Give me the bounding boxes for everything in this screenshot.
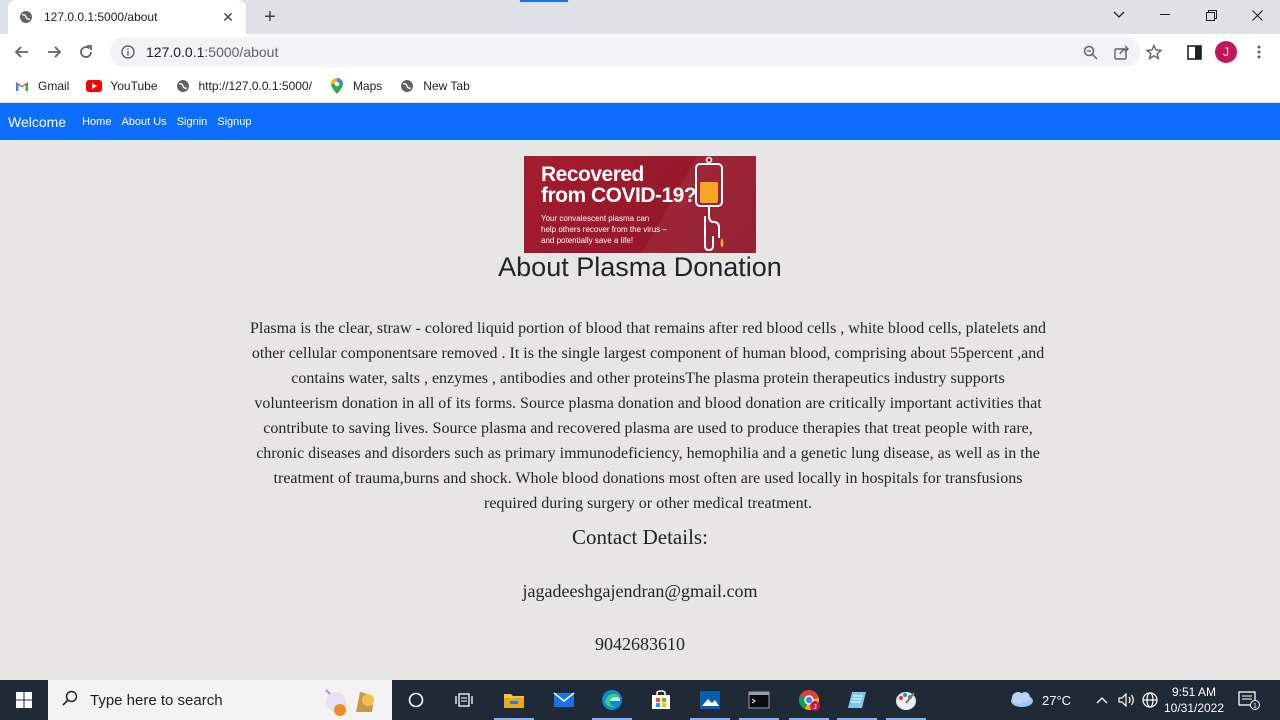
chrome-icon[interactable]: J bbox=[785, 680, 833, 720]
minimize-button[interactable] bbox=[1142, 0, 1188, 30]
browser-toolbar: 127.0.0.1:5000/about J bbox=[0, 34, 1280, 70]
show-hidden-icons[interactable] bbox=[1096, 680, 1108, 720]
about-paragraph: Plasma is the clear, straw - colored liq… bbox=[249, 320, 1047, 512]
search-placeholder: Type here to search bbox=[90, 691, 223, 709]
svg-text:J: J bbox=[813, 704, 817, 711]
banner-headline-2: from COVID-19? bbox=[541, 184, 697, 207]
reload-button[interactable] bbox=[72, 38, 100, 66]
bookmark-localhost[interactable]: http://127.0.0.1:5000/ bbox=[175, 78, 312, 94]
notification-count: 1 bbox=[1253, 703, 1257, 710]
cortana-icon[interactable] bbox=[392, 680, 440, 720]
globe-icon bbox=[175, 78, 191, 94]
bookmark-label: Maps bbox=[352, 79, 383, 93]
globe-icon bbox=[399, 78, 415, 94]
bookmark-star-icon[interactable] bbox=[1145, 43, 1163, 61]
weather-widget[interactable]: 27°C bbox=[1008, 680, 1071, 720]
task-view-icon[interactable] bbox=[440, 680, 488, 720]
banner-subtext-3: and potentially save a life! bbox=[541, 236, 634, 245]
info-icon[interactable] bbox=[120, 44, 136, 60]
nav-link-signup[interactable]: Signup bbox=[217, 116, 251, 128]
search-highlight-icon bbox=[316, 684, 388, 720]
tab-title: 127.0.0.1:5000/about bbox=[44, 10, 158, 24]
photos-icon[interactable] bbox=[686, 680, 734, 720]
covid-plasma-banner: Recovered from COVID-19? Your convalesce… bbox=[524, 156, 756, 253]
taskbar: Type here to search J 27°C 9:51 AM 10/31… bbox=[0, 680, 1280, 720]
navbar-brand[interactable]: Welcome bbox=[8, 114, 66, 130]
url-path: :5000/about bbox=[204, 44, 279, 60]
edge-icon[interactable] bbox=[588, 680, 636, 720]
menu-icon[interactable] bbox=[1250, 43, 1268, 61]
close-window-button[interactable] bbox=[1234, 0, 1280, 30]
bookmarks-bar: Gmail YouTube http://127.0.0.1:5000/ Map… bbox=[0, 70, 1280, 102]
store-icon[interactable] bbox=[637, 680, 685, 720]
bookmark-label: http://127.0.0.1:5000/ bbox=[198, 79, 312, 93]
close-tab-icon[interactable]: ✕ bbox=[220, 9, 236, 25]
bookmark-label: New Tab bbox=[423, 79, 470, 93]
volume-icon[interactable] bbox=[1118, 680, 1136, 720]
windows-start-icon[interactable] bbox=[0, 680, 48, 720]
terminal-icon[interactable] bbox=[735, 680, 783, 720]
banner-subtext-2: help others recover from the virus – bbox=[541, 225, 667, 234]
bookmark-label: Gmail bbox=[38, 79, 70, 93]
nav-link-signin[interactable]: Signin bbox=[177, 116, 208, 128]
tab-search-icon[interactable] bbox=[1096, 0, 1142, 30]
nav-link-home[interactable]: Home bbox=[82, 116, 111, 128]
address-bar[interactable]: 127.0.0.1:5000/about bbox=[110, 37, 1140, 67]
share-icon[interactable] bbox=[1113, 43, 1131, 61]
zoom-icon[interactable] bbox=[1081, 43, 1099, 61]
url-host: 127.0.0.1 bbox=[146, 44, 205, 60]
bookmark-maps[interactable]: Maps bbox=[329, 78, 382, 94]
restore-button[interactable] bbox=[1188, 0, 1234, 30]
clock-time: 9:51 AM bbox=[1171, 685, 1217, 699]
notepad-icon[interactable] bbox=[833, 680, 881, 720]
network-globe-icon[interactable] bbox=[1142, 680, 1158, 720]
loading-indicator bbox=[520, 0, 568, 2]
side-panel-icon[interactable] bbox=[1185, 43, 1203, 61]
page-title: About Plasma Donation bbox=[498, 252, 782, 282]
mail-icon[interactable] bbox=[540, 680, 588, 720]
gmail-icon bbox=[14, 78, 30, 94]
iv-bag-icon bbox=[695, 156, 724, 252]
system-clock[interactable]: 9:51 AM 10/31/2022 bbox=[1158, 684, 1230, 716]
bookmark-youtube[interactable]: YouTube bbox=[86, 78, 158, 94]
tab-strip: 127.0.0.1:5000/about ✕ + bbox=[0, 0, 1280, 34]
contact-phone: 9042683610 bbox=[595, 634, 685, 654]
search-icon bbox=[62, 690, 78, 710]
contact-email: jagadeeshgajendran@gmail.com bbox=[522, 581, 758, 601]
contact-heading: Contact Details: bbox=[572, 525, 708, 549]
banner-headline-1: Recovered bbox=[541, 163, 644, 186]
browser-tab[interactable]: 127.0.0.1:5000/about ✕ bbox=[8, 0, 246, 34]
new-tab-button[interactable]: + bbox=[256, 5, 284, 29]
temperature-label: 27°C bbox=[1042, 692, 1072, 708]
back-button[interactable] bbox=[8, 38, 36, 66]
globe-icon bbox=[18, 9, 34, 25]
bookmark-new-tab[interactable]: New Tab bbox=[399, 78, 470, 94]
bookmark-label: YouTube bbox=[110, 79, 158, 93]
banner-subtext-1: Your convalescent plasma can bbox=[541, 214, 650, 223]
forward-button[interactable] bbox=[40, 38, 68, 66]
file-explorer-icon[interactable] bbox=[490, 680, 538, 720]
bookmark-gmail[interactable]: Gmail bbox=[14, 78, 69, 94]
weather-cloud-icon bbox=[1008, 690, 1034, 711]
profile-avatar[interactable]: J bbox=[1215, 41, 1237, 63]
site-navbar: Welcome Home About Us Signin Signup bbox=[0, 103, 1280, 140]
maps-icon bbox=[329, 78, 345, 94]
clock-date: 10/31/2022 bbox=[1163, 701, 1225, 715]
paint-icon[interactable] bbox=[882, 680, 930, 720]
notifications-icon[interactable]: 1 bbox=[1238, 680, 1260, 720]
taskbar-search-input[interactable]: Type here to search bbox=[48, 680, 392, 720]
nav-link-about[interactable]: About Us bbox=[121, 116, 166, 128]
youtube-icon bbox=[86, 78, 103, 94]
